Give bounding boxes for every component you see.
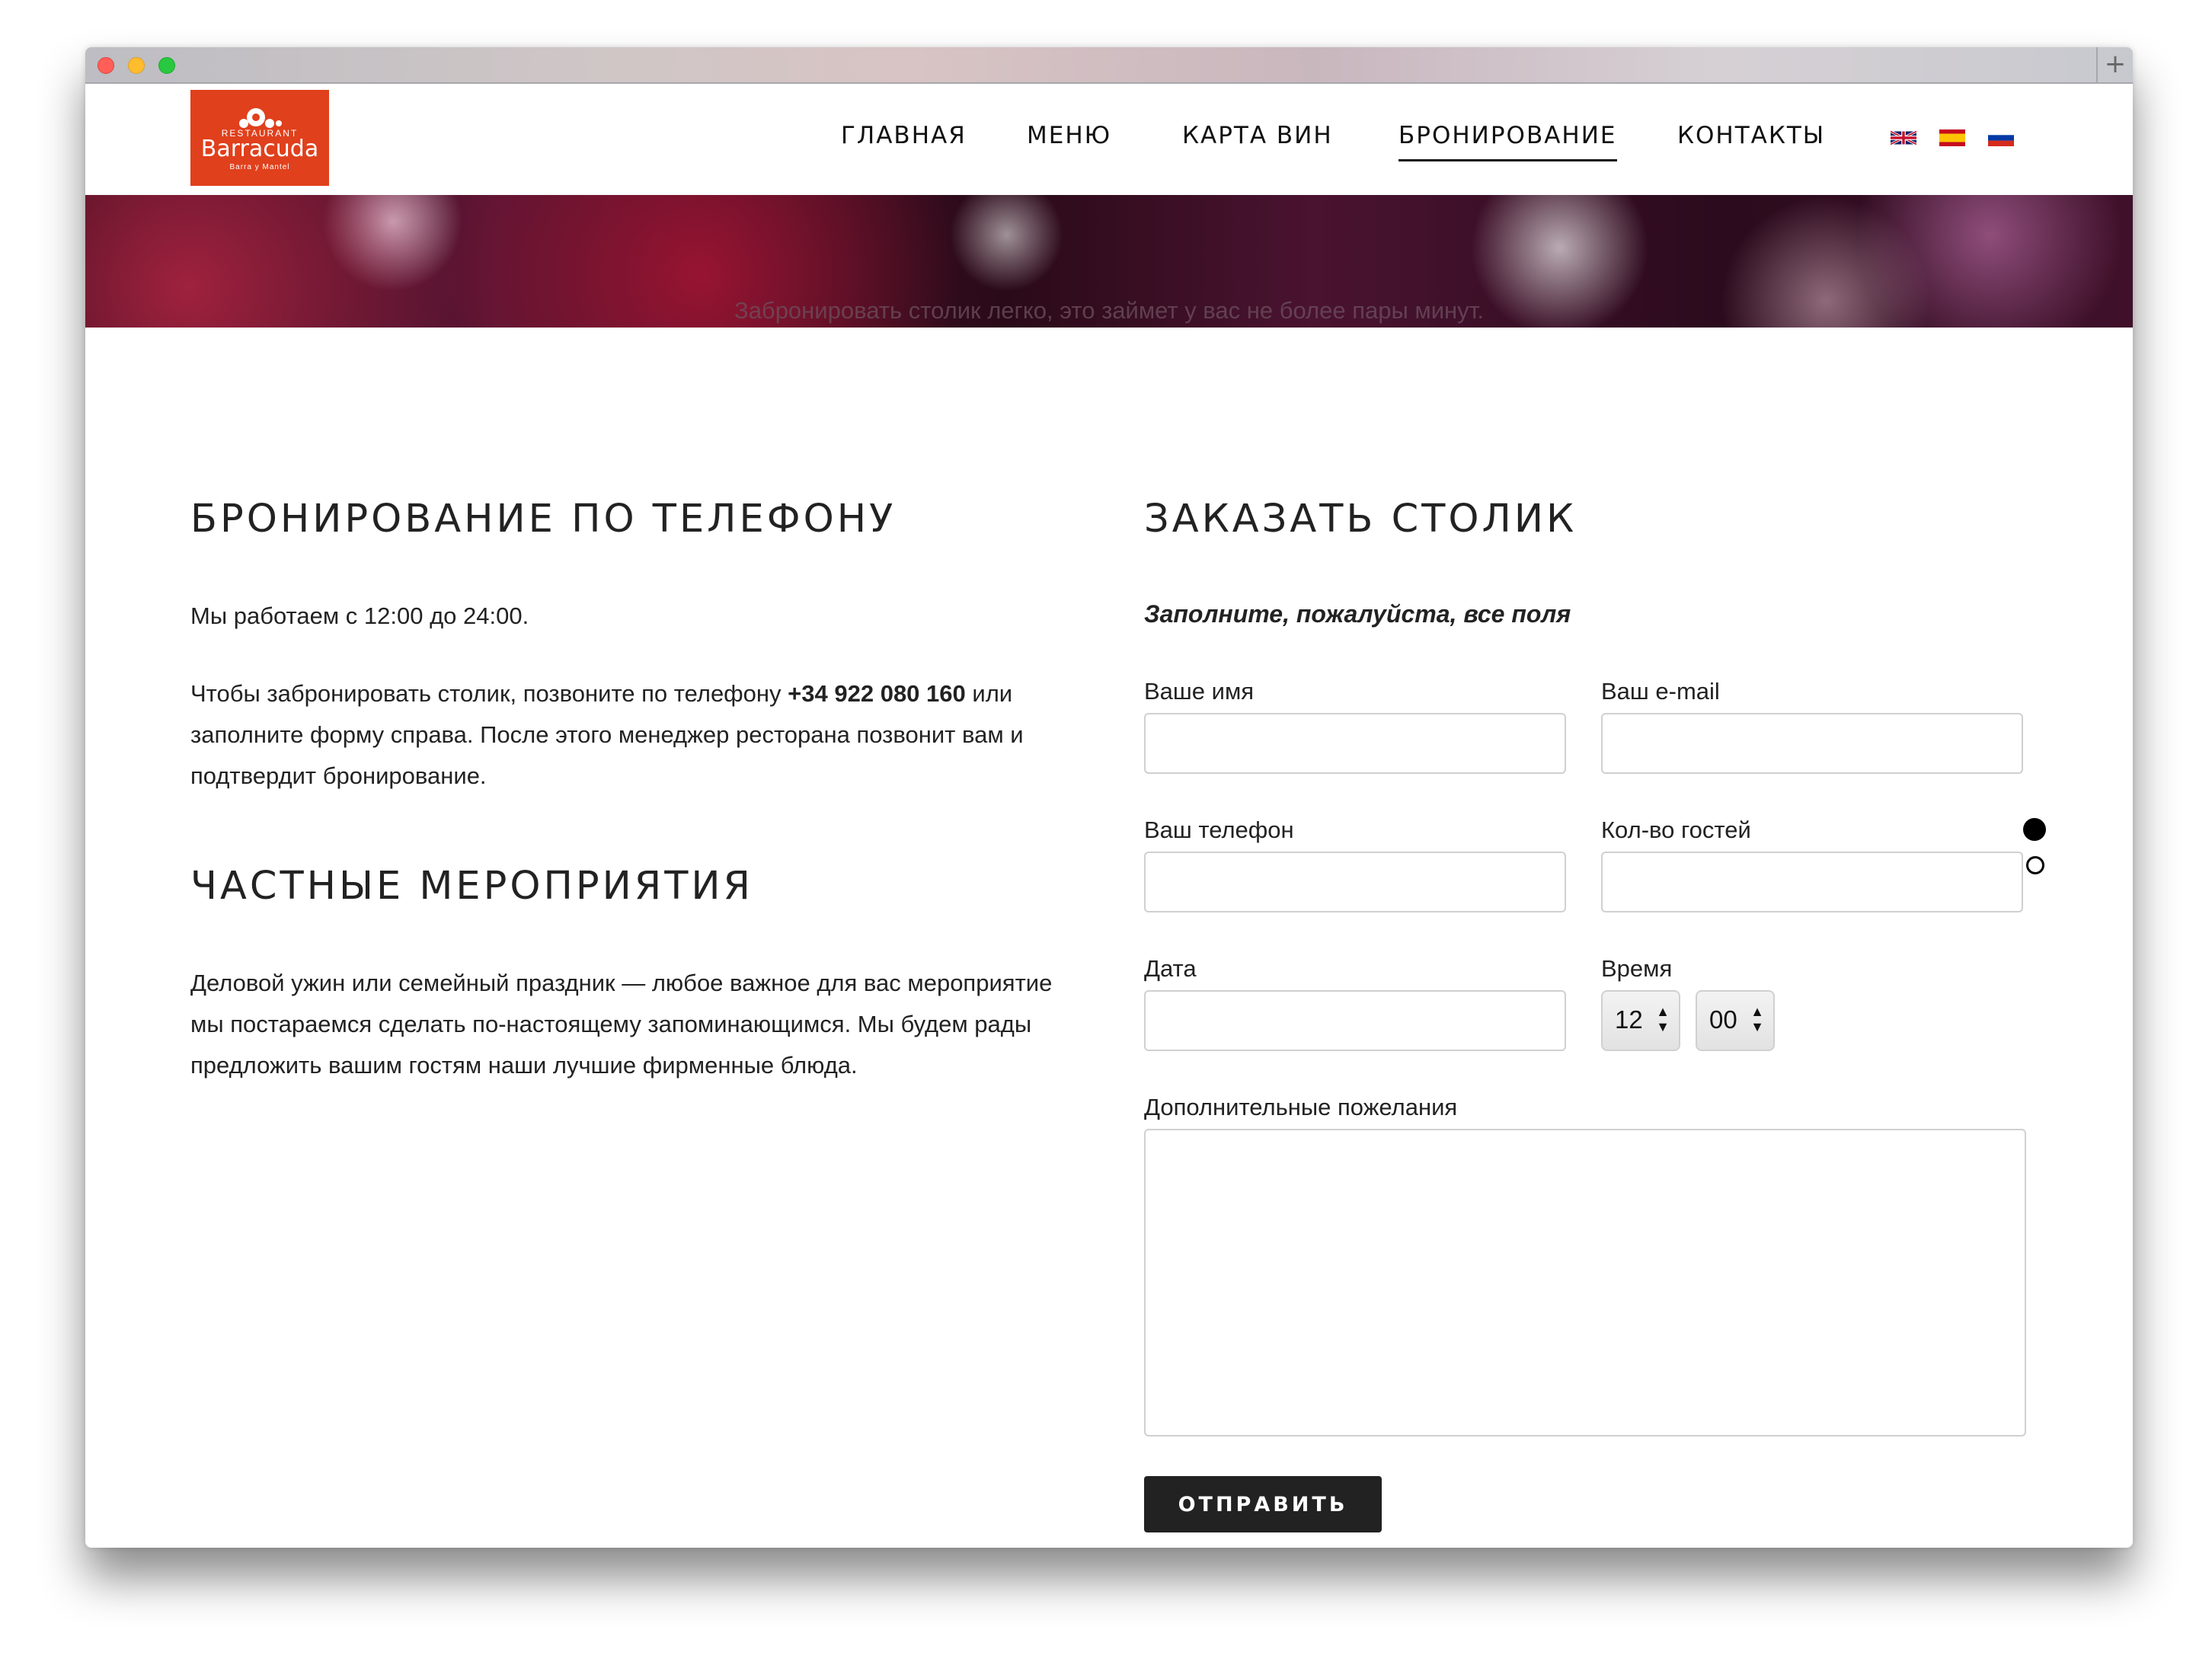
- nav-item-contacts[interactable]: КОНТАКТЫ: [1677, 122, 1825, 149]
- hour-value: 12: [1615, 1005, 1643, 1034]
- phone-label: Ваш телефон: [1144, 817, 1294, 843]
- hero-banner: Забронировать столик легко, это займет у…: [85, 195, 2133, 328]
- private-events-text: Деловой ужин или семейный праздник — люб…: [190, 970, 1053, 1079]
- nav-item-booking[interactable]: БРОНИРОВАНИЕ: [1398, 122, 1617, 161]
- nav-item-wine-list[interactable]: КАРТА ВИН: [1182, 122, 1333, 149]
- nav-item-menu[interactable]: МЕНЮ: [1027, 122, 1111, 149]
- flag-uk-icon[interactable]: [1891, 129, 1916, 146]
- minute-select[interactable]: 00 ▲ ▼: [1696, 990, 1775, 1051]
- name-label: Ваше имя: [1144, 678, 1255, 705]
- phone-number: +34 922 080 160: [788, 680, 966, 707]
- flag-russia-icon[interactable]: [1988, 129, 2014, 146]
- page-scroll-dot[interactable]: [2026, 856, 2044, 874]
- banner-tagline: Забронировать столик легко, это займет у…: [734, 297, 1485, 324]
- phone-booking-text: Чтобы забронировать столик, позвоните по…: [190, 673, 1089, 797]
- window-titlebar: +: [85, 47, 2133, 84]
- minute-value: 00: [1709, 1005, 1737, 1034]
- date-label: Дата: [1144, 955, 1197, 982]
- logo-circles-icon: [239, 108, 282, 128]
- submit-button[interactable]: ОТПРАВИТЬ: [1144, 1476, 1382, 1532]
- restaurant-logo[interactable]: RESTAURANT Barracuda Barra y Mantel: [190, 90, 329, 186]
- site-header: RESTAURANT Barracuda Barra y Mantel ГЛАВ…: [85, 84, 2133, 195]
- phone-text-before: Чтобы забронировать столик, позвоните по…: [190, 680, 788, 707]
- hour-stepper-arrows-icon[interactable]: ▲ ▼: [1656, 1004, 1670, 1034]
- name-input[interactable]: [1144, 713, 1566, 774]
- flag-spain-icon[interactable]: [1939, 129, 1965, 146]
- date-input[interactable]: [1144, 990, 1566, 1051]
- email-label: Ваш e-mail: [1601, 678, 1720, 705]
- hour-select[interactable]: 12 ▲ ▼: [1601, 990, 1680, 1051]
- page-scroll-dot-active[interactable]: [2023, 818, 2046, 841]
- nav-item-home[interactable]: ГЛАВНАЯ: [841, 122, 967, 149]
- form-required-note: Заполните, пожалуйста, все поля: [1144, 600, 1571, 628]
- logo-name-text: Barracuda: [200, 136, 319, 162]
- minimize-window-button[interactable]: [128, 57, 145, 74]
- guests-input[interactable]: [1601, 852, 2023, 912]
- booking-form-title: ЗАКАЗАТЬ СТОЛИК: [1144, 497, 1577, 542]
- minute-stepper-arrows-icon[interactable]: ▲ ▼: [1750, 1004, 1764, 1034]
- private-events-title: ЧАСТНЫЕ МЕРОПРИЯТИЯ: [190, 864, 753, 909]
- time-label: Время: [1601, 955, 1673, 982]
- working-hours-text: Мы работаем с 12:00 до 24:00.: [190, 602, 529, 629]
- browser-window: + RESTAURANT Barracuda Barra y Mantel ГЛ…: [85, 47, 2133, 1548]
- guests-label: Кол-во гостей: [1601, 817, 1751, 843]
- logo-sub-text: Barra y Mantel: [229, 163, 290, 171]
- new-tab-button[interactable]: +: [2096, 47, 2133, 82]
- phone-booking-title: БРОНИРОВАНИЕ ПО ТЕЛЕФОНУ: [190, 497, 897, 542]
- phone-input[interactable]: [1144, 852, 1566, 912]
- wishes-label: Дополнительные пожелания: [1144, 1094, 1458, 1120]
- maximize-window-button[interactable]: [158, 57, 175, 74]
- close-window-button[interactable]: [97, 57, 114, 74]
- wishes-textarea[interactable]: [1144, 1129, 2026, 1437]
- email-input[interactable]: [1601, 713, 2023, 774]
